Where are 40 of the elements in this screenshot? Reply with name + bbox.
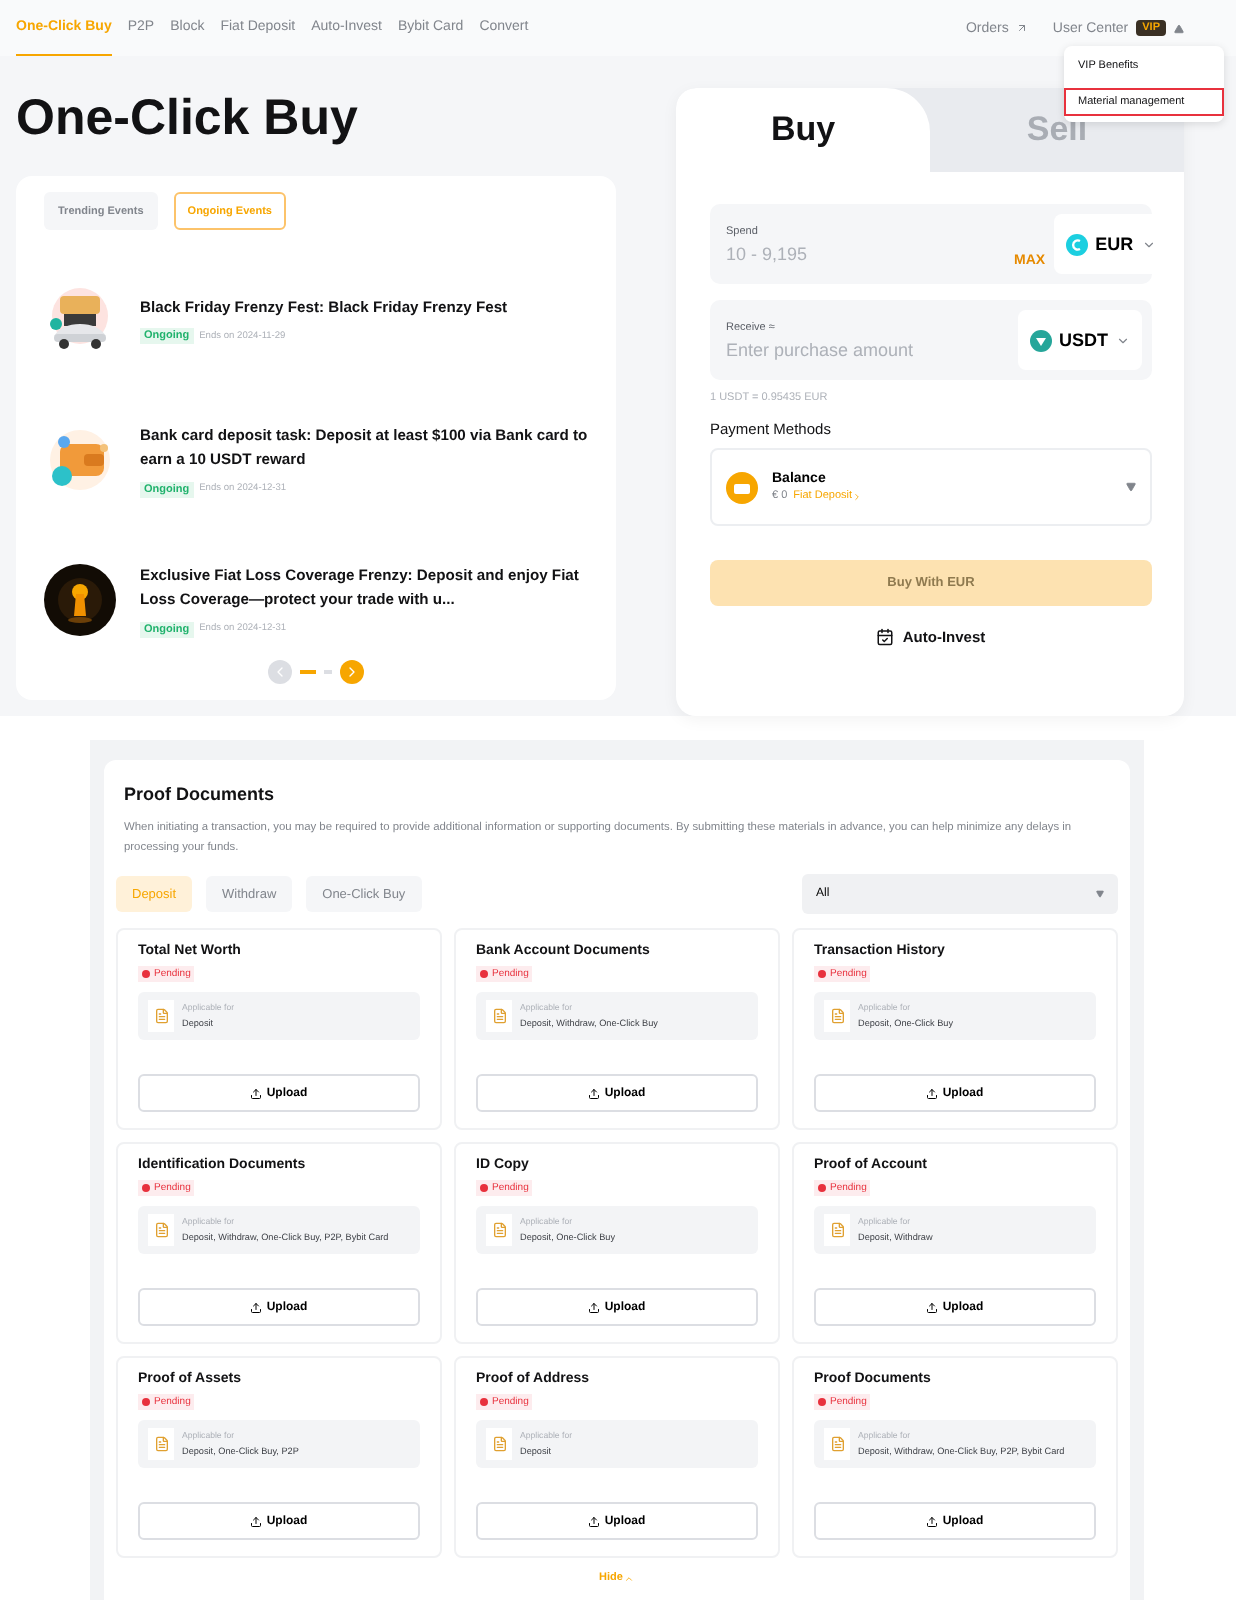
file-icon <box>491 1222 507 1238</box>
caret-icon <box>1126 482 1136 492</box>
file-icon <box>829 1436 845 1452</box>
upload-icon <box>926 1087 939 1099</box>
file-icon <box>153 1222 169 1238</box>
chevron-right-icon <box>852 491 863 501</box>
calendar-icon <box>876 628 895 646</box>
trade-tab[interactable]: Buy <box>676 88 930 172</box>
file-icon <box>829 1008 845 1024</box>
chevron-left-icon <box>272 664 288 680</box>
upload-icon <box>926 1301 939 1313</box>
chevron-down-icon <box>1116 333 1130 347</box>
caret-icon <box>1096 890 1104 898</box>
file-icon <box>829 1222 845 1238</box>
upload-icon <box>250 1515 263 1527</box>
coin-icon <box>1065 233 1088 255</box>
page-title: One-Click Buy <box>16 88 360 148</box>
file-icon <box>153 1008 169 1024</box>
chevron-down-icon <box>1141 237 1156 251</box>
coin-icon <box>1029 329 1051 351</box>
previous-button[interactable] <box>268 660 292 684</box>
upload-icon <box>588 1515 601 1527</box>
chevron-up-icon <box>624 1573 635 1583</box>
amount-input[interactable]: Enter purchase amount <box>726 339 1006 359</box>
upload-icon <box>250 1301 263 1313</box>
wallet-icon <box>726 471 758 503</box>
file-icon <box>153 1436 169 1452</box>
section-title: Proof Documents <box>124 784 277 804</box>
next-button[interactable] <box>340 660 364 684</box>
file-icon <box>491 1436 507 1452</box>
upload-icon <box>588 1087 601 1099</box>
upload-icon <box>250 1087 263 1099</box>
external-link-icon <box>1016 22 1029 34</box>
file-icon <box>491 1008 507 1024</box>
upload-icon <box>588 1301 601 1313</box>
chevron-right-icon <box>344 664 360 680</box>
amount-input[interactable]: 10 - 9,195 <box>726 243 1006 263</box>
caret-icon <box>1174 23 1184 33</box>
currency-select[interactable]: USDT <box>1017 310 1142 370</box>
upload-icon <box>926 1515 939 1527</box>
